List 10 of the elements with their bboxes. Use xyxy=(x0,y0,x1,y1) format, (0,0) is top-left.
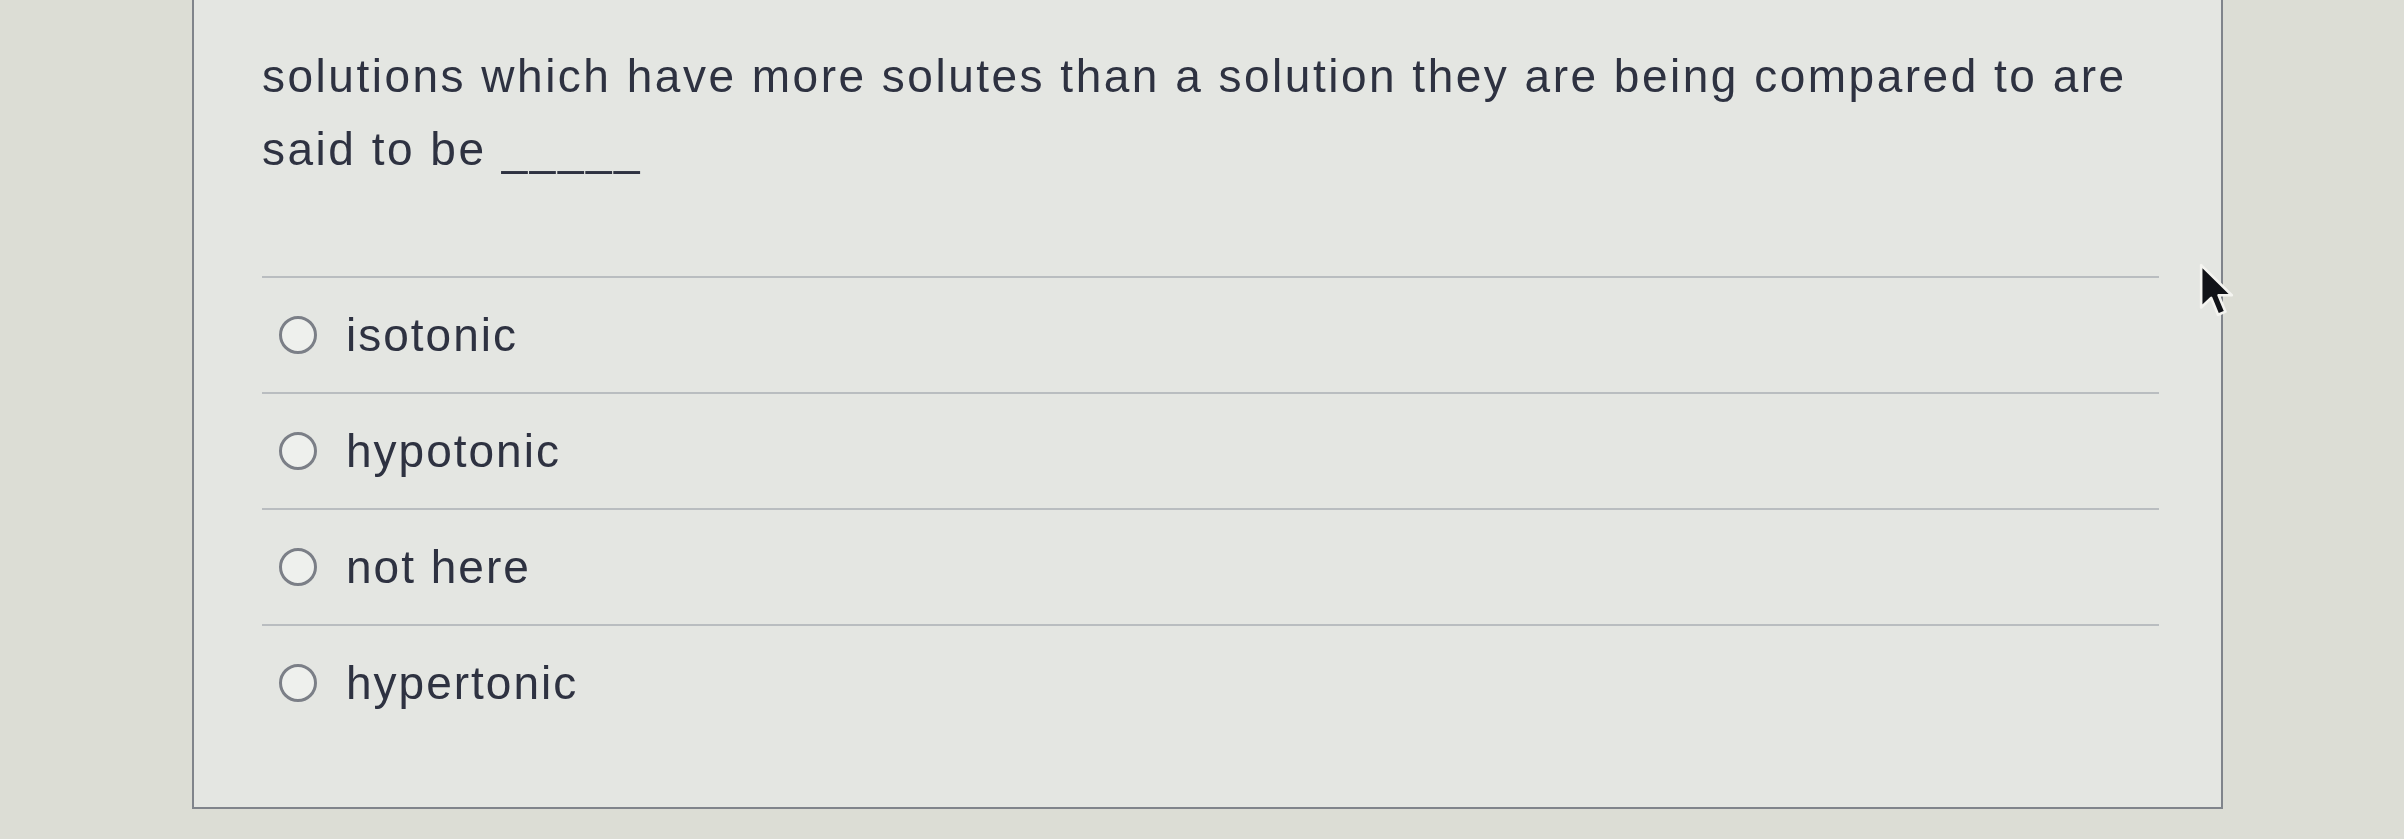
option-label[interactable]: not here xyxy=(346,539,531,595)
radio-button[interactable] xyxy=(279,432,317,470)
option-label[interactable]: hypertonic xyxy=(346,655,579,711)
radio-button[interactable] xyxy=(279,664,317,702)
option-label[interactable]: isotonic xyxy=(346,307,518,363)
radio-button[interactable] xyxy=(279,548,317,586)
mouse-pointer-icon xyxy=(2199,263,2235,318)
radio-button[interactable] xyxy=(279,316,317,354)
question-text: solutions which have more solutes than a solution they are being compared to are said to be _____ xyxy=(262,49,2128,177)
option-label[interactable]: hypotonic xyxy=(346,423,561,479)
